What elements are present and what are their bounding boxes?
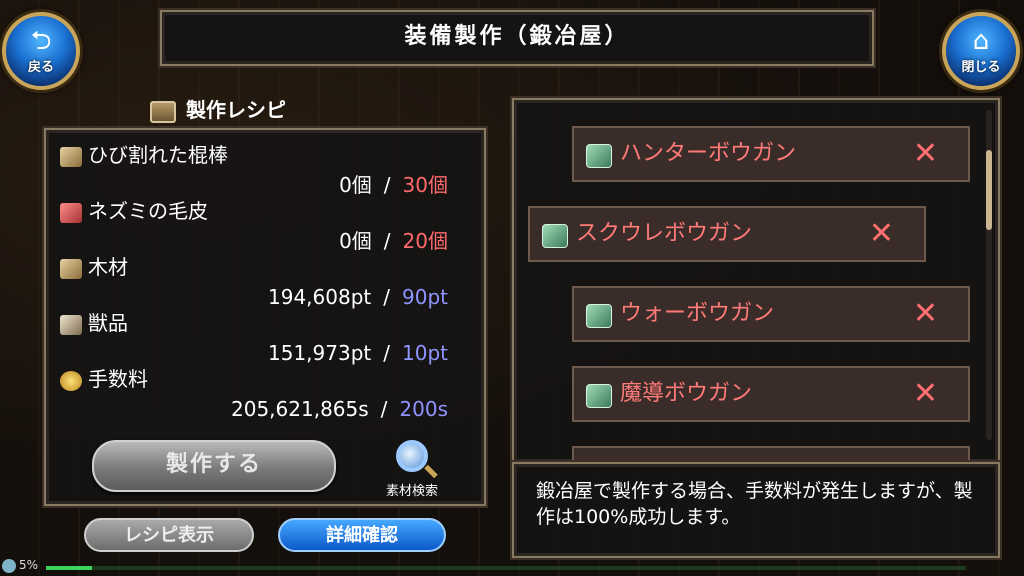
- equipment-item[interactable]: ハンターボウガン ✕: [572, 126, 970, 182]
- recipe-header: 製作レシピ: [150, 95, 286, 125]
- equipment-name: 魔導ボウガン: [620, 381, 753, 406]
- material-name: 手数料: [88, 367, 148, 391]
- material-row: 獣品 151,973pt / 10pt: [60, 310, 460, 366]
- recipe-view-button[interactable]: レシピ表示: [84, 518, 254, 552]
- detail-button[interactable]: 詳細確認: [278, 518, 446, 552]
- material-have: 205,621,865s: [231, 397, 369, 421]
- back-button[interactable]: ⮌ 戻る: [2, 12, 80, 90]
- status-indicator: 5%: [2, 556, 38, 574]
- coin-icon: [60, 370, 82, 391]
- list-scrollbar[interactable]: [986, 110, 992, 440]
- material-search-button[interactable]: 素材検索: [372, 440, 452, 499]
- material-have: 0個: [339, 229, 372, 253]
- equipment-item[interactable]: 魔導ボウガン ✕: [572, 366, 970, 422]
- material-separator: /: [380, 397, 388, 421]
- scrollbar-thumb[interactable]: [986, 150, 992, 230]
- equipment-item-selected[interactable]: スクウレボウガン ✕: [528, 206, 926, 262]
- equipment-item-partial[interactable]: [572, 446, 970, 460]
- material-separator: /: [383, 229, 391, 253]
- material-need: 90pt: [402, 285, 448, 309]
- home-icon: ⌂: [972, 26, 990, 56]
- status-percent: 5%: [19, 558, 39, 572]
- material-separator: /: [383, 341, 390, 365]
- material-name: ネズミの毛皮: [88, 199, 208, 223]
- page-title: 装備製作（鍛冶屋）: [160, 10, 874, 66]
- cannot-craft-icon: ✕: [912, 376, 938, 411]
- material-need: 10pt: [402, 341, 448, 365]
- material-name: ひび割れた棍棒: [88, 143, 228, 167]
- equipment-name: ウォーボウガン: [620, 301, 775, 326]
- back-arrow-icon: ⮌: [30, 26, 52, 56]
- crossbow-icon: [586, 384, 612, 408]
- gear-icon: [2, 558, 16, 573]
- material-name: 獣品: [88, 311, 128, 335]
- description-text: 鍛冶屋で製作する場合、手数料が発生しますが、製作は100%成功します。: [536, 480, 973, 528]
- fang-icon: [60, 314, 82, 335]
- equipment-name: スクウレボウガン: [576, 221, 753, 246]
- material-need: 200s: [399, 397, 448, 421]
- wood-icon: [60, 258, 82, 279]
- crossbow-icon: [586, 144, 612, 168]
- material-row: ネズミの毛皮 0個 / 20個: [60, 198, 460, 254]
- material-row: 木材 194,608pt / 90pt: [60, 254, 460, 310]
- chest-icon: [150, 100, 176, 123]
- cannot-craft-icon: ✕: [912, 296, 938, 331]
- close-button[interactable]: ⌂ 閉じる: [942, 12, 1020, 90]
- equipment-name: ハンターボウガン: [620, 141, 797, 166]
- club-icon: [60, 146, 82, 167]
- cannot-craft-icon: ✕: [868, 216, 894, 251]
- material-have: 0個: [339, 173, 372, 197]
- status-progress-bar: [46, 566, 966, 570]
- crossbow-icon: [542, 224, 568, 248]
- material-separator: /: [383, 285, 390, 309]
- recipe-header-label: 製作レシピ: [186, 98, 286, 122]
- material-row: ひび割れた棍棒 0個 / 30個: [60, 142, 460, 198]
- close-button-label: 閉じる: [961, 60, 1001, 75]
- material-need: 20個: [402, 229, 448, 253]
- material-need: 30個: [402, 173, 448, 197]
- material-have: 194,608pt: [268, 285, 372, 309]
- material-search-label: 素材検索: [385, 484, 438, 499]
- craft-button[interactable]: 製作する: [92, 440, 336, 492]
- equipment-item[interactable]: ウォーボウガン ✕: [572, 286, 970, 342]
- material-separator: /: [383, 173, 391, 197]
- cannot-craft-icon: ✕: [912, 136, 938, 171]
- material-name: 木材: [88, 255, 128, 279]
- status-progress-fill: [46, 566, 92, 570]
- back-button-label: 戻る: [27, 60, 54, 75]
- magnifier-icon: [396, 440, 428, 472]
- crossbow-icon: [586, 304, 612, 328]
- material-row: 手数料 205,621,865s / 200s: [60, 366, 460, 422]
- material-have: 151,973pt: [268, 341, 372, 365]
- fur-icon: [60, 202, 82, 223]
